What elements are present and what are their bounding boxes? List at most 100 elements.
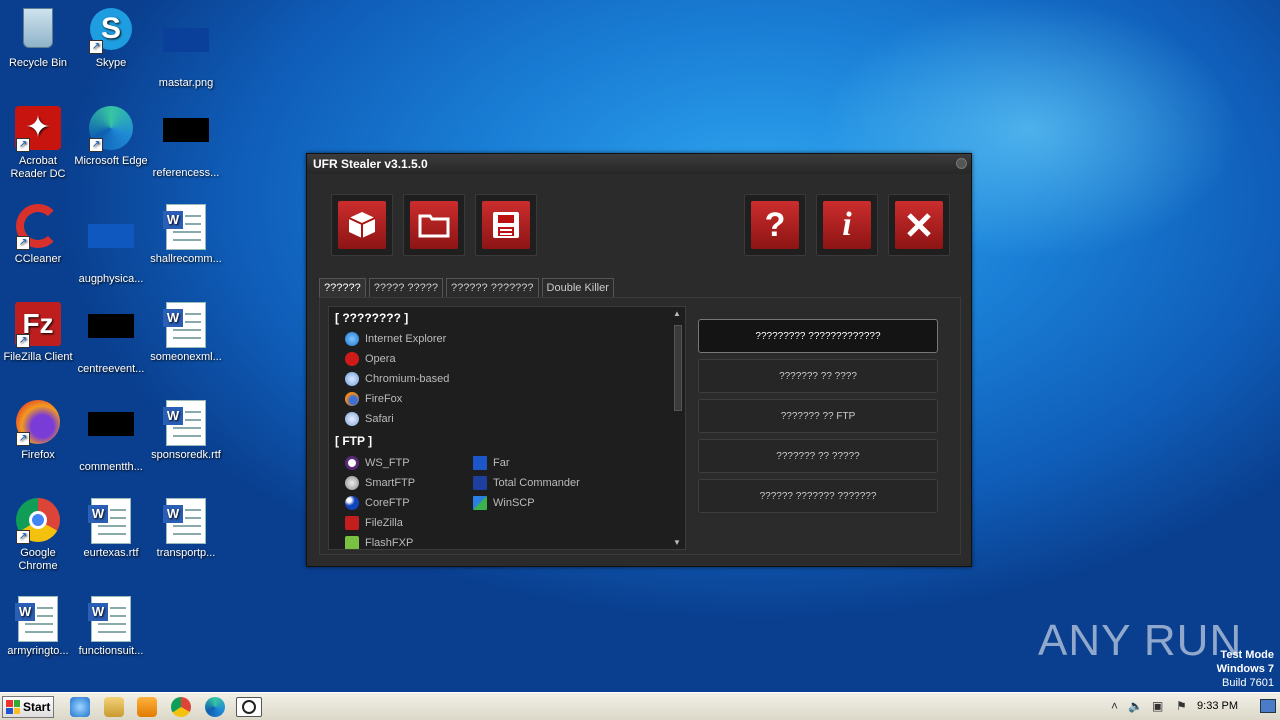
build-button[interactable] [331, 194, 393, 256]
edge-taskbar-icon[interactable] [205, 697, 225, 717]
coreftp-icon [345, 496, 359, 510]
scroll-down-icon[interactable]: ▼ [673, 538, 681, 547]
show-desktop-icon[interactable] [1260, 699, 1276, 713]
filezilla-icon: Fz ↗ [14, 302, 62, 348]
list-item-winscp[interactable]: WinSCP [473, 494, 535, 512]
internet-explorer-taskbar-icon[interactable] [70, 697, 90, 717]
windows-logo-icon [6, 700, 20, 714]
ftp-header: [ FTP ] [335, 434, 373, 448]
image-file-icon [87, 224, 135, 270]
file-explorer-taskbar-icon[interactable] [104, 697, 124, 717]
firefox-icon: ↗ [14, 400, 62, 446]
chrome-icon: ↗ [14, 498, 62, 544]
list-item-safari[interactable]: Safari [345, 410, 394, 428]
desktop-icon-eurtexas[interactable]: W eurtexas.rtf [73, 498, 149, 560]
list-item-flashfxp[interactable]: FlashFXP [345, 534, 413, 549]
list-item-smartftp[interactable]: SmartFTP [345, 474, 415, 492]
skype-icon: S ↗ [87, 8, 135, 54]
list-item-firefox[interactable]: FireFox [345, 390, 402, 408]
volume-icon[interactable]: 🔈 [1128, 699, 1143, 713]
taskbar: Start ˄ 🔈 ▣ ⚑ 9:33 PM [0, 692, 1280, 720]
network-icon[interactable]: ▣ [1152, 699, 1163, 713]
list-item-wsftp[interactable]: WS_FTP [345, 454, 410, 472]
shortcut-arrow-icon: ↗ [16, 138, 30, 152]
desktop-icon-mastar[interactable]: mastar.png [148, 8, 224, 90]
desktop-icon-functionsuit[interactable]: W functionsuit... [73, 596, 149, 658]
ufr-stealer-window: UFR Stealer v3.1.5.0 ? i ?????? ????? ??… [306, 153, 972, 567]
shortcut-arrow-icon: ↗ [16, 432, 30, 446]
targets-list[interactable]: [ ???????? ] Internet Explorer Opera Chr… [328, 306, 686, 550]
firefox-icon [345, 392, 359, 406]
desktop-icon-chrome[interactable]: ↗ Google Chrome [0, 498, 76, 573]
scroll-up-icon[interactable]: ▲ [673, 309, 681, 318]
clock[interactable]: 9:33 PM [1197, 700, 1238, 712]
close-button[interactable] [888, 194, 950, 256]
tray-expand-icon[interactable]: ˄ [1111, 699, 1118, 713]
desktop-icon-transportp[interactable]: W transportp... [148, 498, 224, 560]
tab-2[interactable]: ????? ????? [368, 278, 443, 297]
cube-icon [338, 201, 386, 249]
desktop-icon-acrobat[interactable]: ✦ ↗ Acrobat Reader DC [0, 106, 76, 181]
action-button-3[interactable]: ??????? ?? FTP [698, 399, 938, 433]
start-button[interactable]: Start [2, 696, 54, 718]
desktop-icon-centreevent[interactable]: centreevent... [73, 302, 149, 376]
list-scrollbar[interactable]: ▲ ▼ [671, 307, 685, 549]
internet-explorer-icon [345, 332, 359, 346]
list-item-filezilla[interactable]: FileZilla [345, 514, 403, 532]
test-mode-notice: Test Mode Windows 7 Build 7601 [1216, 649, 1274, 689]
desktop-icon-commentth[interactable]: commentth... [73, 400, 149, 474]
desktop-icon-armyringto[interactable]: W armyringto... [0, 596, 76, 658]
word-document-icon: W [87, 596, 135, 642]
tab-double-killer[interactable]: Double Killer [541, 278, 614, 297]
image-file-icon [162, 28, 210, 74]
desktop-icon-sponsoredk[interactable]: W sponsoredk.rtf [148, 400, 224, 462]
save-button[interactable] [475, 194, 537, 256]
media-player-taskbar-icon[interactable] [137, 697, 157, 717]
flashfxp-icon [345, 536, 359, 549]
power-icon [242, 700, 256, 714]
desktop-icon-referencess[interactable]: referencess... [148, 106, 224, 180]
edge-icon: ↗ [87, 106, 135, 152]
list-item-chromium[interactable]: Chromium-based [345, 370, 449, 388]
action-center-flag-icon[interactable]: ⚑ [1176, 699, 1187, 713]
scrollbar-thumb[interactable] [674, 325, 682, 411]
floppy-disk-icon [482, 201, 530, 249]
chromium-icon [345, 372, 359, 386]
list-item-ie[interactable]: Internet Explorer [345, 330, 446, 348]
window-control-knob[interactable] [956, 158, 967, 169]
list-item-far[interactable]: Far [473, 454, 510, 472]
window-titlebar[interactable]: UFR Stealer v3.1.5.0 [307, 154, 971, 174]
action-button-5[interactable]: ?????? ??????? ??????? [698, 479, 938, 513]
list-item-opera[interactable]: Opera [345, 350, 396, 368]
desktop-icon-firefox[interactable]: ↗ Firefox [0, 400, 76, 462]
help-button[interactable]: ? [744, 194, 806, 256]
chrome-taskbar-icon[interactable] [171, 697, 191, 717]
desktop-icon-filezilla[interactable]: Fz ↗ FileZilla Client [0, 302, 76, 364]
anyrun-watermark: ANY RUN [1038, 616, 1243, 665]
action-button-1[interactable]: ????????? ????????????? [698, 319, 938, 353]
list-item-total-commander[interactable]: Total Commander [473, 474, 580, 492]
file-icon [87, 314, 135, 360]
total-commander-icon [473, 476, 487, 490]
desktop-icon-ccleaner[interactable]: ↗ CCleaner [0, 204, 76, 266]
tab-3[interactable]: ?????? ??????? [445, 278, 539, 297]
desktop-icon-recycle-bin[interactable]: Recycle Bin [0, 8, 76, 70]
tab-strip: ?????? ????? ????? ?????? ??????? Double… [319, 278, 614, 297]
desktop-icon-someonexml[interactable]: W someonexml... [148, 302, 224, 364]
desktop-icon-skype[interactable]: S ↗ Skype [73, 8, 149, 70]
open-folder-button[interactable] [403, 194, 465, 256]
desktop-icon-shallrecomm[interactable]: W shallrecomm... [148, 204, 224, 266]
info-icon: i [823, 201, 871, 249]
word-document-icon: W [87, 498, 135, 544]
winscp-icon [473, 496, 487, 510]
desktop-icon-edge[interactable]: ↗ Microsoft Edge [73, 106, 149, 168]
list-item-coreftp[interactable]: CoreFTP [345, 494, 410, 512]
action-button-4[interactable]: ??????? ?? ????? [698, 439, 938, 473]
ufr-stealer-taskbar-icon[interactable] [236, 697, 262, 717]
desktop-icon-augphysica[interactable]: augphysica... [73, 204, 149, 286]
action-button-2[interactable]: ??????? ?? ???? [698, 359, 938, 393]
tab-main[interactable]: ?????? [319, 278, 366, 297]
browsers-header: [ ???????? ] [335, 311, 409, 325]
about-button[interactable]: i [816, 194, 878, 256]
word-document-icon: W [14, 596, 62, 642]
